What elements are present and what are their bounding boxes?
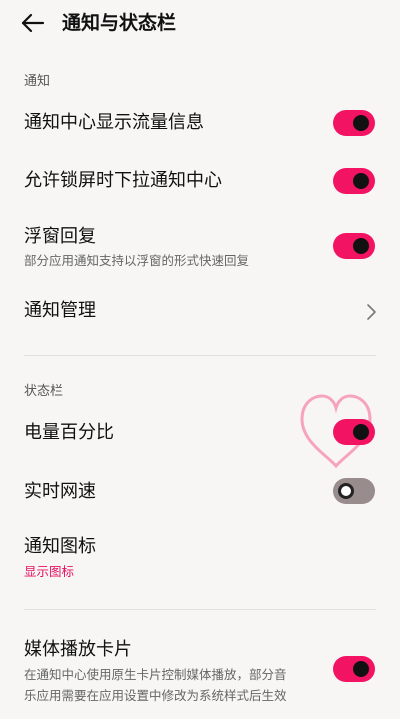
row-float-title: 浮窗回复: [24, 226, 96, 247]
notification-manage-row[interactable]: 通知管理: [0, 290, 400, 336]
page-title: 通知与状态栏: [62, 12, 177, 34]
row-battery-title: 电量百分比: [24, 422, 114, 443]
section-divider: [24, 609, 376, 610]
back-arrow-icon[interactable]: [20, 10, 46, 36]
toggle-knob: [353, 115, 369, 131]
row-media-title: 媒体播放卡片: [24, 639, 132, 660]
row-manage-title: 通知管理: [24, 300, 96, 321]
row-icon-title: 通知图标: [24, 536, 96, 557]
section-divider: [24, 355, 376, 356]
row-netspeed-title: 实时网速: [24, 481, 96, 502]
realtime-netspeed-toggle[interactable]: [333, 478, 375, 504]
row-lockscreen-title: 允许锁屏时下拉通知中心: [24, 170, 222, 191]
toggle-knob: [353, 424, 369, 440]
row-media-subtitle-2: 乐应用需要在应用设置中修改为系统样式后生效: [24, 688, 287, 703]
toggle-knob: [338, 483, 354, 499]
section-label-status: 状态栏: [24, 384, 64, 399]
toggle-knob: [353, 238, 369, 254]
lockscreen-pulldown-toggle[interactable]: [333, 168, 375, 194]
media-card-toggle[interactable]: [333, 656, 375, 682]
row-traffic-title: 通知中心显示流量信息: [24, 112, 204, 133]
row-icon-value: 显示图标: [24, 564, 75, 579]
traffic-info-toggle[interactable]: [333, 110, 375, 136]
notification-icon-row[interactable]: 通知图标 显示图标: [0, 530, 400, 586]
section-label-notify: 通知: [24, 74, 51, 89]
float-reply-toggle[interactable]: [333, 233, 375, 259]
toggle-knob: [353, 661, 369, 677]
battery-percentage-toggle[interactable]: [333, 419, 375, 445]
toggle-knob: [353, 173, 369, 189]
row-float-subtitle: 部分应用通知支持以浮窗的形式快速回复: [24, 253, 250, 268]
chevron-right-icon: [367, 304, 376, 320]
row-media-subtitle-1: 在通知中心使用原生卡片控制媒体播放，部分音: [24, 667, 287, 682]
